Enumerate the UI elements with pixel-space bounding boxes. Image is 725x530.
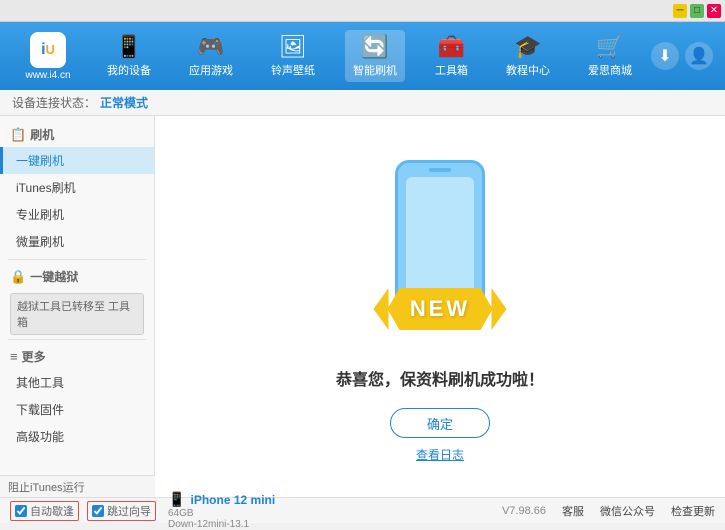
device-sub-info: 64GB [168, 508, 275, 519]
jailbreak-notice-text: 越狱工具已转移至 工具箱 [17, 298, 137, 330]
auto-close-label: 自动歇逢 [30, 503, 74, 519]
reduce-label: 微量刷机 [16, 235, 64, 249]
sidebar-item-pro[interactable]: 专业刷机 [0, 201, 154, 228]
nav-items: 📱 我的设备 🎮 应用游戏 🖼 铃声壁纸 🔄 智能刷机 🧰 工具箱 🎓 教程中心… [88, 30, 651, 82]
success-message: 恭喜您，保资料刷机成功啦！ [336, 366, 544, 390]
close-button[interactable]: ✕ [707, 4, 721, 18]
section-jailbreak-label: 一键越狱 [30, 268, 78, 285]
other-tools-label: 其他工具 [16, 376, 64, 390]
download-button[interactable]: ⬇ [651, 42, 679, 70]
flash-icon: 🔄 [361, 34, 388, 60]
apps-icon: 🎮 [197, 34, 224, 60]
nav-my-device[interactable]: 📱 我的设备 [99, 30, 159, 82]
maximize-button[interactable]: □ [690, 4, 704, 18]
device-phone-icon: 📱 [168, 491, 185, 507]
itunes-status-label: 阻止iTunes运行 [8, 479, 85, 495]
daily-link[interactable]: 查看日志 [416, 446, 464, 463]
sidebar-item-advanced[interactable]: 高级功能 [0, 423, 154, 450]
new-badge-text: NEW [410, 296, 470, 322]
device-storage: 64GB [168, 508, 194, 519]
sidebar-item-one-key[interactable]: 一键刷机 [0, 147, 154, 174]
nav-apps-games[interactable]: 🎮 应用游戏 [181, 30, 241, 82]
sidebar-item-itunes[interactable]: iTunes刷机 [0, 174, 154, 201]
nav-wallpaper-label: 铃声壁纸 [271, 62, 315, 78]
device-version-text: Down-12mini-13.1 [168, 519, 275, 530]
toolbox-icon: 🧰 [438, 34, 465, 60]
tutorial-icon: 🎓 [514, 34, 541, 60]
mall-icon: 🛒 [596, 34, 623, 60]
title-bar: ─ □ ✕ [0, 0, 725, 22]
minimize-button[interactable]: ─ [673, 4, 687, 18]
nav-smart-flash[interactable]: 🔄 智能刷机 [345, 30, 405, 82]
device-name: iPhone 12 mini [191, 493, 276, 507]
nav-smart-flash-label: 智能刷机 [353, 62, 397, 78]
main-layout: 📋 刷机 一键刷机 iTunes刷机 专业刷机 微量刷机 🔒 一键越狱 越狱工具… [0, 116, 725, 497]
advanced-label: 高级功能 [16, 430, 64, 444]
itunes-bar: 阻止iTunes运行 [0, 475, 155, 497]
phone-screen [406, 177, 474, 299]
nav-my-device-label: 我的设备 [107, 62, 151, 78]
sidebar-item-reduce[interactable]: 微量刷机 [0, 228, 154, 255]
sidebar: 📋 刷机 一键刷机 iTunes刷机 专业刷机 微量刷机 🔒 一键越狱 越狱工具… [0, 116, 155, 497]
divider-2 [8, 339, 146, 340]
nav-tutorial[interactable]: 🎓 教程中心 [498, 30, 558, 82]
one-key-label: 一键刷机 [16, 154, 64, 168]
nav-toolbox[interactable]: 🧰 工具箱 [427, 30, 476, 82]
section-flash: 📋 刷机 [0, 122, 154, 147]
logo-url: www.i4.cn [25, 70, 70, 81]
lock-icon: 🔒 [10, 269, 26, 285]
sidebar-item-other-tools[interactable]: 其他工具 [0, 369, 154, 396]
skip-guide-checkbox[interactable]: 跳过向导 [87, 501, 156, 521]
check-update-link[interactable]: 检查更新 [671, 503, 715, 519]
wallpaper-icon: 🖼 [279, 34, 307, 60]
skip-guide-input[interactable] [92, 505, 104, 517]
customer-service-link[interactable]: 客服 [562, 503, 584, 519]
bottom-right: V7.98.66 客服 微信公众号 检查更新 [502, 503, 715, 519]
confirm-button-label: 确定 [427, 414, 453, 433]
header-right: ⬇ 👤 [651, 42, 713, 70]
bottom-bar: 自动歇逢 跳过向导 📱 iPhone 12 mini 64GB Down-12m… [0, 497, 725, 523]
section-more: ≡ 更多 [0, 344, 154, 369]
flash-section-icon: 📋 [10, 127, 26, 143]
sidebar-item-download-fw[interactable]: 下载固件 [0, 396, 154, 423]
content-area: NEW ✦ ✦ ✦ 恭喜您，保资料刷机成功啦！ 确定 查看日志 [155, 116, 725, 497]
auto-close-checkbox[interactable]: 自动歇逢 [10, 501, 79, 521]
itunes-label: iTunes刷机 [16, 181, 76, 195]
wechat-link[interactable]: 微信公众号 [600, 503, 655, 519]
status-bar: 设备连接状态： 正常模式 [0, 90, 725, 116]
success-illustration: NEW ✦ ✦ ✦ [350, 150, 530, 350]
nav-toolbox-label: 工具箱 [435, 62, 468, 78]
device-info: 📱 iPhone 12 mini 64GB Down-12mini-13.1 [168, 491, 275, 530]
nav-apps-games-label: 应用游戏 [189, 62, 233, 78]
phone-icon: 📱 [115, 34, 142, 60]
status-label: 设备连接状态： [12, 94, 96, 111]
nav-wallpaper[interactable]: 🖼 铃声壁纸 [263, 30, 323, 82]
nav-mall-label: 爱思商城 [588, 62, 632, 78]
header: iU www.i4.cn 📱 我的设备 🎮 应用游戏 🖼 铃声壁纸 🔄 智能刷机… [0, 22, 725, 90]
nav-tutorial-label: 教程中心 [506, 62, 550, 78]
more-section-icon: ≡ [10, 349, 18, 364]
logo-area[interactable]: iU www.i4.cn [8, 32, 88, 81]
section-more-label: 更多 [22, 348, 46, 365]
logo-icon: iU [30, 32, 66, 68]
jailbreak-notice-box: 越狱工具已转移至 工具箱 [10, 293, 144, 335]
pro-label: 专业刷机 [16, 208, 64, 222]
section-jailbreak: 🔒 一键越狱 [0, 264, 154, 289]
auto-close-input[interactable] [15, 505, 27, 517]
version-text: V7.98.66 [502, 505, 546, 517]
phone-speaker [429, 168, 451, 172]
confirm-button[interactable]: 确定 [390, 408, 490, 438]
section-flash-label: 刷机 [30, 126, 54, 143]
skip-guide-label: 跳过向导 [107, 503, 151, 519]
divider-1 [8, 259, 146, 260]
download-fw-label: 下载固件 [16, 403, 64, 417]
nav-mall[interactable]: 🛒 爱思商城 [580, 30, 640, 82]
user-button[interactable]: 👤 [685, 42, 713, 70]
status-value: 正常模式 [100, 94, 148, 111]
